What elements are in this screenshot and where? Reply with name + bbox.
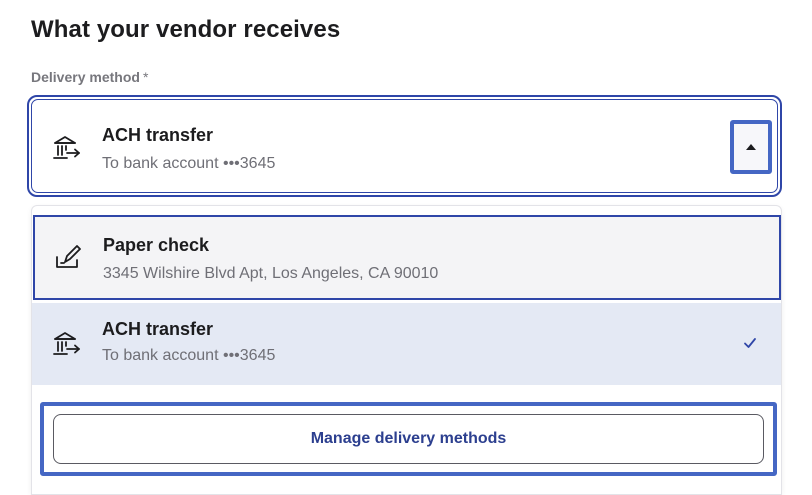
delivery-method-select[interactable]: ACH transfer To bank account •••3645: [27, 95, 782, 197]
manage-button-highlight: Manage delivery methods: [40, 402, 777, 476]
checkmark-icon: [743, 336, 757, 350]
option-paper-check-address: 3345 Wilshire Blvd Apt, Los Angeles, CA …: [103, 265, 439, 282]
delivery-method-dropdown: Paper check 3345 Wilshire Blvd Apt, Los …: [31, 205, 782, 495]
delivery-method-label-text: Delivery method: [31, 69, 140, 85]
delivery-method-label: Delivery method *: [31, 69, 148, 85]
selected-method-title: ACH transfer: [102, 125, 214, 145]
required-mark: *: [142, 69, 149, 85]
delivery-method-select-inner[interactable]: ACH transfer To bank account •••3645: [31, 99, 778, 193]
check-pen-icon: [53, 243, 83, 273]
dropdown-toggle-button[interactable]: [730, 120, 772, 174]
manage-delivery-methods-button[interactable]: Manage delivery methods: [53, 414, 764, 464]
selected-method-subtitle: To bank account •••3645: [102, 155, 276, 172]
bank-transfer-icon: [52, 329, 82, 359]
option-paper-check[interactable]: Paper check 3345 Wilshire Blvd Apt, Los …: [33, 215, 781, 300]
bank-transfer-icon: [52, 133, 82, 163]
option-ach-transfer-title: ACH transfer: [102, 319, 214, 339]
section-heading: What your vendor receives: [31, 16, 341, 43]
option-ach-transfer[interactable]: ACH transfer To bank account •••3645: [32, 303, 781, 385]
option-paper-check-title: Paper check: [103, 235, 210, 255]
option-ach-transfer-subtitle: To bank account •••3645: [102, 347, 276, 364]
caret-up-icon: [746, 144, 756, 150]
